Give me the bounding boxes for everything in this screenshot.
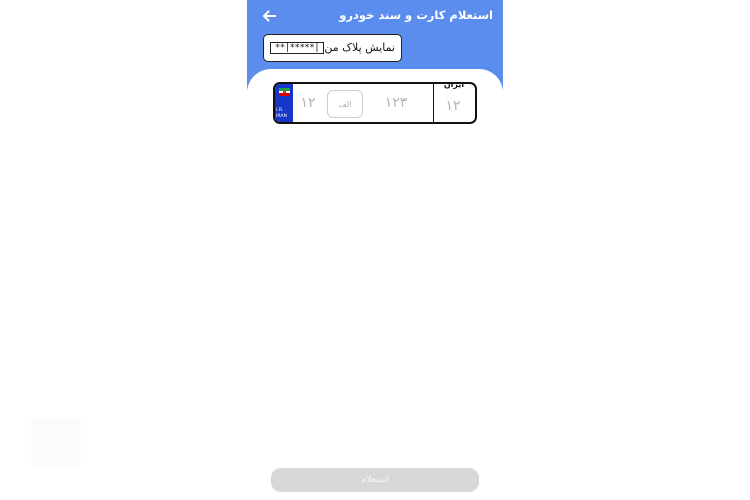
plate-divider <box>433 84 434 122</box>
plate-country-code: I.R. IRAN <box>276 108 287 119</box>
content-sheet <box>247 69 503 500</box>
back-button[interactable] <box>259 6 279 26</box>
plate-letter-select[interactable]: الف <box>327 90 363 118</box>
iran-flag-icon <box>279 88 290 96</box>
arrow-left-icon <box>263 10 276 22</box>
inquiry-submit-button[interactable]: استعلام <box>271 468 479 492</box>
plate-region-code-field[interactable]: ۱۲ <box>438 94 468 118</box>
app-screen: استعلام کارت و سند خودرو نمایش پلاک من *… <box>247 0 503 500</box>
plate-two-digit-field[interactable]: ۱۲ <box>297 91 319 115</box>
license-plate-input: I.R. IRAN ۱۲ الف ۱۲۳ ایران ۱۲ <box>273 82 477 124</box>
background-watermark <box>31 418 81 466</box>
show-my-plate-toggle[interactable]: نمایش پلاک من **|*****| <box>263 34 402 62</box>
plate-three-digit-field[interactable]: ۱۲۳ <box>378 91 414 115</box>
masked-plate-preview: **|*****| <box>270 42 324 54</box>
show-my-plate-label: نمایش پلاک من <box>324 41 395 54</box>
plate-country-name: ایران <box>443 82 465 89</box>
page-title: استعلام کارت و سند خودرو <box>339 8 493 22</box>
plate-country-strip: I.R. IRAN <box>275 84 293 122</box>
